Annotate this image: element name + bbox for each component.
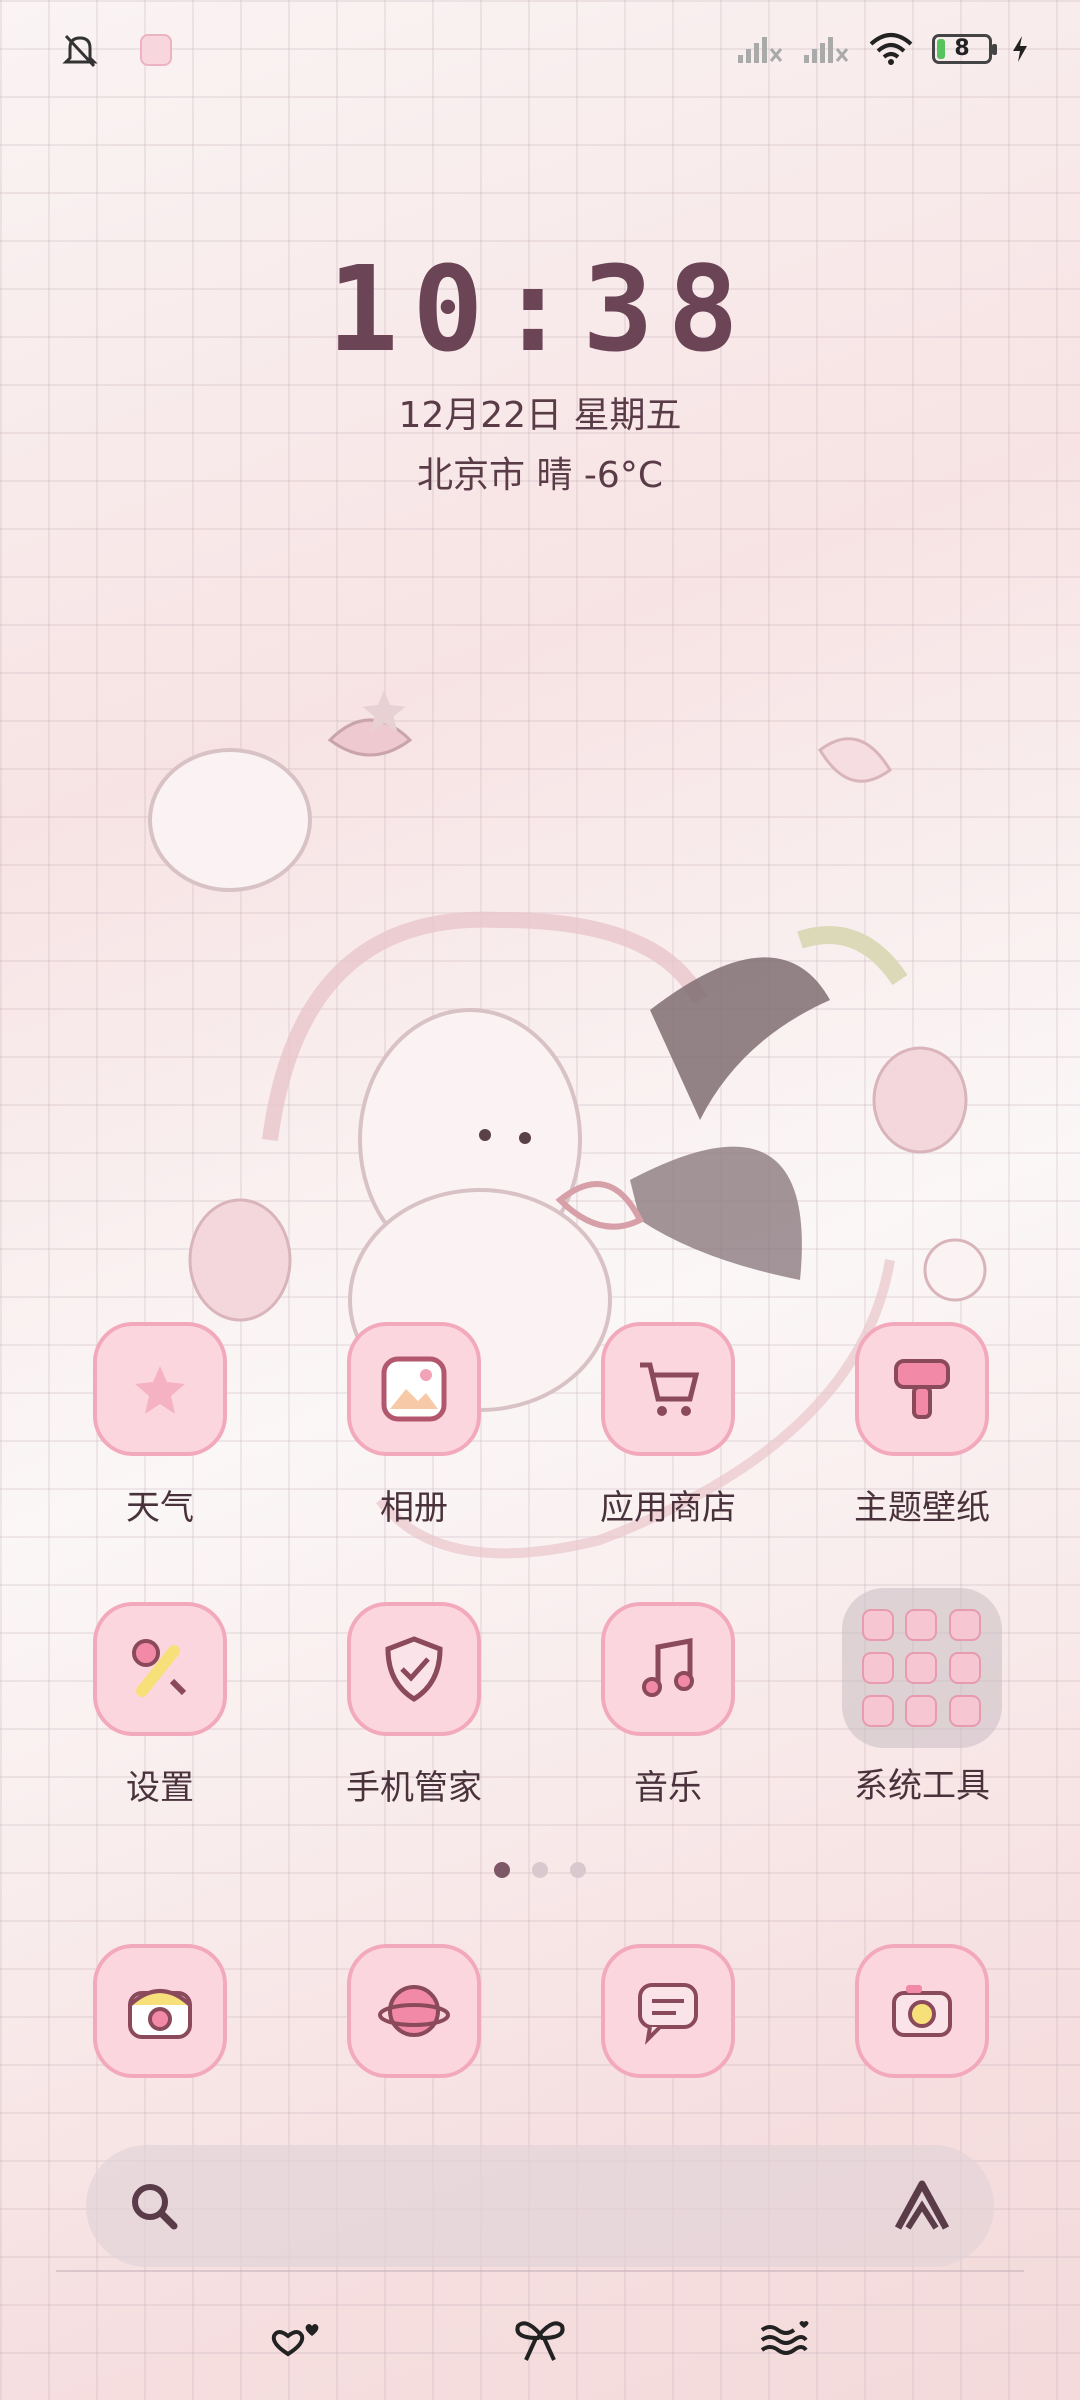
battery-level: 8 — [954, 36, 970, 61]
app-weather[interactable]: 天气 — [60, 1322, 260, 1529]
app-label: 手机管家 — [346, 1768, 482, 1808]
app-store[interactable]: 应用商店 — [568, 1322, 768, 1529]
status-bar: 8 — [0, 0, 1080, 110]
dock-camera[interactable] — [822, 1944, 1022, 2078]
weather-summary: 北京市 晴 -6°C — [417, 455, 663, 496]
charging-icon — [1013, 36, 1027, 62]
page-dot-active[interactable] — [494, 1862, 510, 1878]
hearts-icon — [271, 2324, 319, 2357]
page-dot[interactable] — [532, 1862, 548, 1878]
navigation-bar — [0, 2270, 1080, 2400]
bell-off-icon — [62, 34, 98, 68]
search-bar[interactable] — [86, 2145, 994, 2267]
dock-phone[interactable] — [60, 1944, 260, 2078]
browser-icon — [347, 1944, 481, 2078]
theme-icon — [855, 1322, 989, 1456]
phone-icon — [93, 1944, 227, 2078]
app-label: 系统工具 — [854, 1766, 990, 1806]
camera-icon — [855, 1944, 989, 2078]
page-indicator — [0, 1862, 1080, 1878]
signal-icon — [804, 37, 849, 63]
app-label: 主题壁纸 — [854, 1488, 990, 1528]
nav-home-button[interactable] — [510, 2310, 570, 2370]
app-label: 天气 — [126, 1488, 194, 1528]
page-dot[interactable] — [570, 1862, 586, 1878]
battery-icon: 8 — [932, 34, 997, 64]
app-phone-manager[interactable]: 手机管家 — [314, 1602, 514, 1809]
waves-icon — [760, 2321, 809, 2355]
gallery-icon — [347, 1322, 481, 1456]
folder-icon — [842, 1588, 1002, 1748]
app-gallery[interactable]: 相册 — [314, 1322, 514, 1529]
app-theme[interactable]: 主题壁纸 — [822, 1322, 1022, 1529]
app-notification-icon — [140, 34, 172, 66]
app-label: 相册 — [380, 1488, 448, 1528]
app-label: 应用商店 — [600, 1488, 736, 1528]
app-settings[interactable]: 设置 — [60, 1602, 260, 1809]
bow-icon — [515, 2321, 565, 2361]
dock-browser[interactable] — [314, 1944, 514, 2078]
weather-icon — [93, 1322, 227, 1456]
nav-recents-button[interactable] — [266, 2310, 326, 2370]
clock-widget[interactable]: 10:38 12月22日 星期五 北京市 晴 -6°C — [0, 240, 1080, 498]
music-icon — [601, 1602, 735, 1736]
signal-icon — [738, 37, 783, 63]
app-store-icon — [601, 1322, 735, 1456]
clock-date: 12月22日 星期五 — [398, 395, 682, 436]
wifi-icon — [869, 33, 913, 65]
nav-back-button[interactable] — [754, 2310, 814, 2370]
settings-icon — [93, 1602, 227, 1736]
assistant-icon[interactable] — [890, 2176, 954, 2236]
search-icon[interactable] — [126, 2178, 182, 2234]
messages-icon — [601, 1944, 735, 2078]
app-folder-system-tools[interactable]: 系统工具 — [822, 1588, 1022, 1807]
app-music[interactable]: 音乐 — [568, 1602, 768, 1809]
dock-messages[interactable] — [568, 1944, 768, 2078]
clock-time: 10:38 — [327, 240, 753, 378]
app-label: 设置 — [126, 1768, 194, 1808]
security-icon — [347, 1602, 481, 1736]
app-label: 音乐 — [634, 1768, 702, 1808]
